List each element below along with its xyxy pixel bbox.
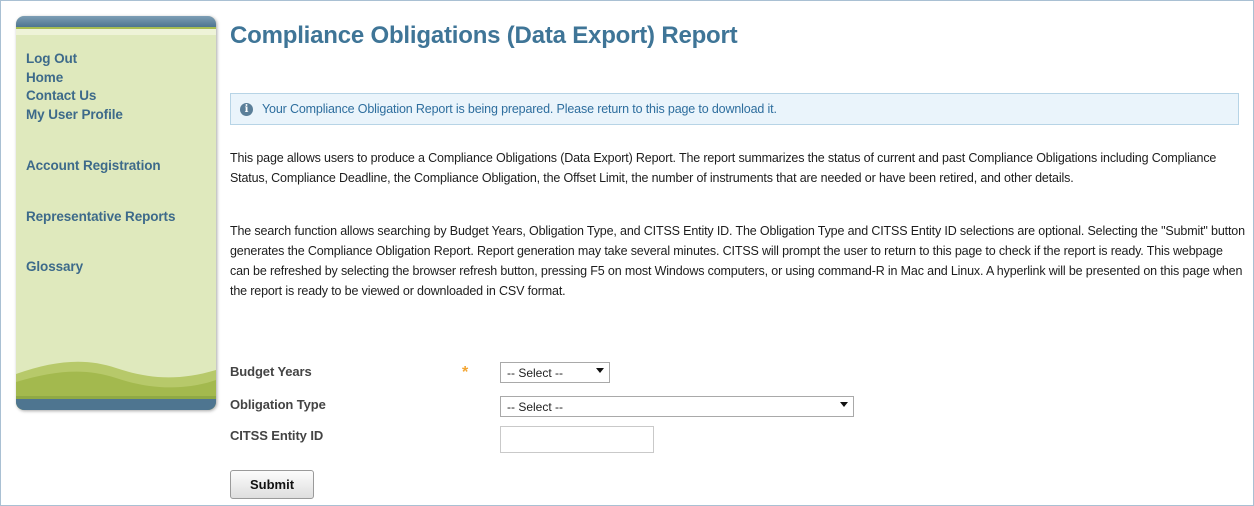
obligation-type-select[interactable]: -- Select --: [500, 396, 854, 417]
submit-button[interactable]: Submit: [230, 470, 314, 499]
nav-glossary[interactable]: Glossary: [26, 258, 210, 277]
info-icon: i: [240, 102, 253, 116]
required-marker: *: [462, 364, 469, 381]
nav-account-registration[interactable]: Account Registration: [26, 157, 210, 176]
info-banner-text: Your Compliance Obligation Report is bei…: [262, 102, 777, 116]
description-paragraph-2: The search function allows searching by …: [230, 224, 1245, 298]
nav-contact-us[interactable]: Contact Us: [26, 87, 210, 106]
chevron-down-icon: [593, 363, 609, 382]
sidebar-nav: Log Out Home Contact Us My User Profile …: [26, 50, 210, 277]
obligation-type-selected-value: -- Select --: [507, 399, 564, 414]
obligation-type-label: Obligation Type: [230, 397, 326, 412]
citss-entity-id-label: CITSS Entity ID: [230, 428, 324, 443]
page-title: Compliance Obligations (Data Export) Rep…: [230, 22, 738, 49]
nav-representative-reports[interactable]: Representative Reports: [26, 208, 210, 227]
citss-entity-id-input[interactable]: [500, 426, 654, 453]
info-banner: i Your Compliance Obligation Report is b…: [230, 93, 1239, 125]
description-paragraph-1: This page allows users to produce a Comp…: [230, 151, 1217, 185]
budget-years-select[interactable]: -- Select --: [500, 362, 610, 383]
nav-log-out[interactable]: Log Out: [26, 50, 210, 69]
sidebar-header-bar: [16, 16, 216, 35]
nav-my-user-profile[interactable]: My User Profile: [26, 106, 210, 125]
chevron-down-icon: [837, 397, 853, 416]
budget-years-label: Budget Years: [230, 364, 312, 379]
sidebar: Log Out Home Contact Us My User Profile …: [16, 16, 216, 410]
sidebar-wave-decoration: [16, 361, 216, 410]
budget-years-selected-value: -- Select --: [507, 365, 564, 380]
nav-home[interactable]: Home: [26, 69, 210, 88]
